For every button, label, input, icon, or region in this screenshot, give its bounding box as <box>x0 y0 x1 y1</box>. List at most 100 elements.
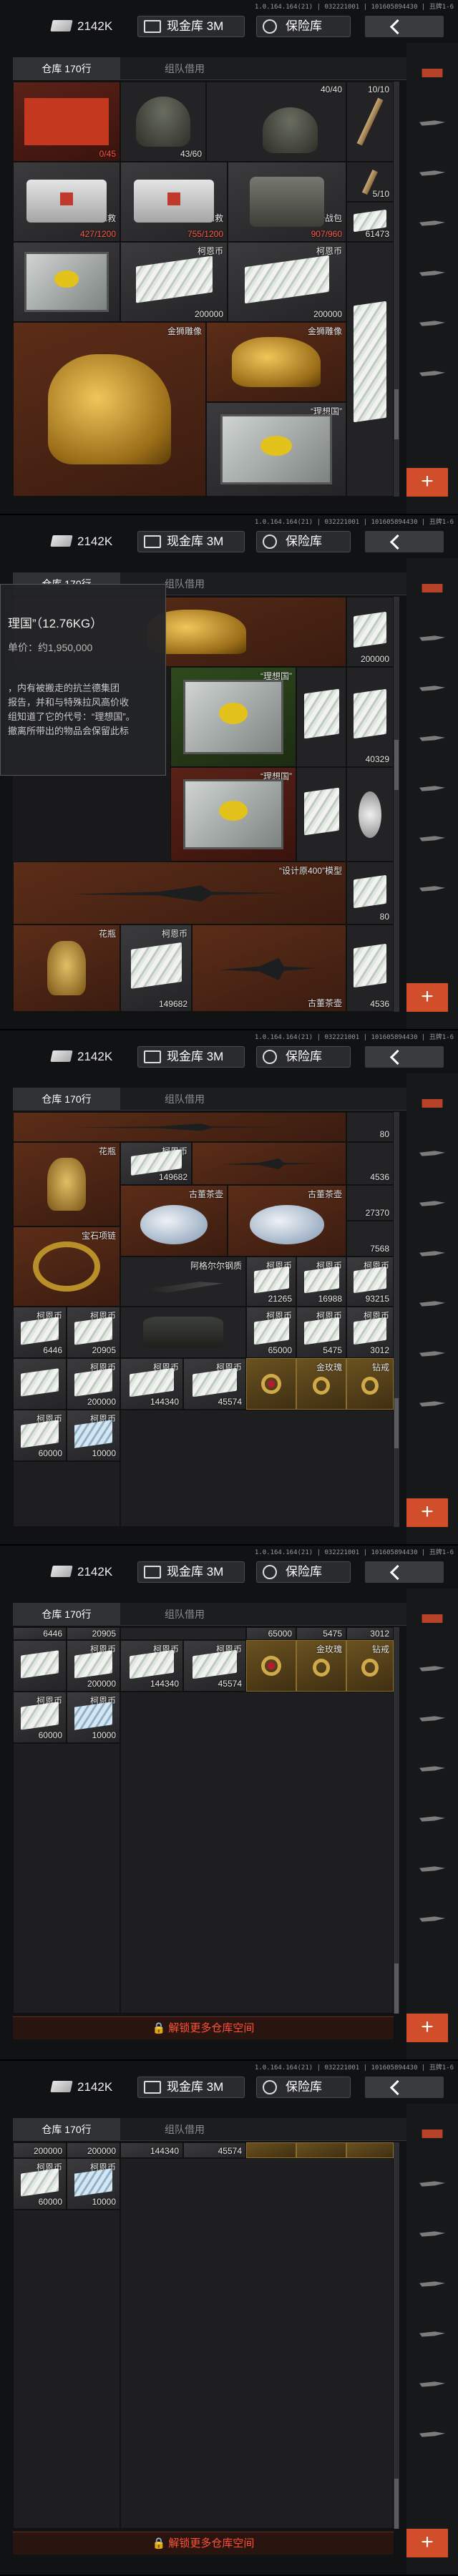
inventory-item[interactable]: “理想国” <box>170 767 296 862</box>
inventory-item[interactable]: 柯恩币149682 <box>120 1142 192 1185</box>
empty-slot[interactable] <box>120 1692 394 2014</box>
inventory-item[interactable]: 柯恩币 200000 <box>228 242 346 322</box>
inventory-item[interactable]: 金玫瑰 <box>296 1358 346 1410</box>
cash-warehouse-button[interactable]: 现金库 3M <box>137 2077 245 2098</box>
inventory-item[interactable]: 200000 <box>346 597 394 667</box>
inventory-item[interactable] <box>13 1358 67 1410</box>
category-rifle-icon[interactable] <box>415 2274 449 2294</box>
back-button[interactable] <box>365 1561 444 1583</box>
add-button[interactable]: + <box>406 1498 448 1527</box>
inventory-item[interactable]: 柯恩币 200000 <box>67 1640 120 1692</box>
category-rifle-icon[interactable] <box>415 1759 449 1779</box>
inventory-item[interactable]: 柯恩币 16988 <box>296 1257 346 1307</box>
inventory-item[interactable]: 柯恩币 45574 <box>183 1640 246 1692</box>
inventory-item[interactable]: 80 <box>346 1112 394 1142</box>
add-button[interactable]: + <box>406 2014 448 2042</box>
category-smg-icon[interactable] <box>415 263 449 283</box>
empty-slot[interactable] <box>13 2210 120 2529</box>
inventory-item[interactable]: 4536 <box>346 924 394 1012</box>
category-helmet-icon[interactable] <box>415 1659 449 1679</box>
inventory-item[interactable]: 柯恩币 21265 <box>246 1257 296 1307</box>
inventory-scrollbar[interactable] <box>394 597 399 1012</box>
inventory-item[interactable]: STO急救427/1200 <box>13 162 120 242</box>
inventory-item[interactable]: 0/45 <box>13 82 120 162</box>
inventory-item[interactable]: 6446 <box>13 1627 67 1640</box>
unlock-more-space-button[interactable]: 🔒 解锁更多仓库空间 <box>13 2532 394 2555</box>
category-helmet-icon[interactable] <box>415 2174 449 2194</box>
tab-warehouse[interactable]: 仓库 170行 <box>13 1088 120 1111</box>
inventory-item[interactable]: 柯恩币 65000 <box>246 1307 296 1358</box>
inventory-item[interactable]: 柯恩币 3012 <box>346 1307 394 1358</box>
empty-slot[interactable] <box>13 1461 120 1527</box>
cash-warehouse-button[interactable]: 现金库 3M <box>137 531 245 552</box>
category-rifle-icon[interactable] <box>415 213 449 233</box>
category-armor-icon[interactable] <box>415 1194 449 1214</box>
category-smg-icon[interactable] <box>415 779 449 799</box>
inventory-item[interactable]: 柯恩币149682 <box>120 924 192 1012</box>
inventory-item[interactable]: 钻戒 <box>346 1640 394 1692</box>
category-all-icon[interactable] <box>415 63 449 83</box>
category-ammo-icon[interactable] <box>415 1394 449 1414</box>
category-ammo-icon[interactable] <box>415 364 449 384</box>
inventory-item[interactable]: 宝石项链 <box>13 1226 120 1307</box>
inventory-item[interactable]: 柯恩币 20905 <box>67 1307 120 1358</box>
inventory-item[interactable]: 柯恩币 144340 <box>120 1640 183 1692</box>
cash-warehouse-button[interactable]: 现金库 3M <box>137 1046 245 1068</box>
inventory-item[interactable]: 80 <box>346 862 394 924</box>
add-button[interactable]: + <box>406 2529 448 2557</box>
category-pistol-icon[interactable] <box>415 1344 449 1364</box>
empty-slot[interactable] <box>120 2158 394 2529</box>
category-smg-icon[interactable] <box>415 2324 449 2344</box>
inventory-item[interactable]: “理想国” <box>206 402 346 497</box>
inventory-item[interactable]: 10/10 <box>346 82 394 162</box>
category-ammo-icon[interactable] <box>415 1909 449 1929</box>
inventory-item[interactable]: 钻戒 <box>346 1358 394 1410</box>
inventory-item[interactable]: 7568 <box>346 1221 394 1257</box>
inventory-item[interactable] <box>192 1142 346 1185</box>
inventory-scrollbar[interactable] <box>394 1112 399 1527</box>
safe-box-button[interactable]: 保险库 <box>256 2077 351 2098</box>
category-pistol-icon[interactable] <box>415 1859 449 1879</box>
inventory-item[interactable]: 65000 <box>246 1627 296 1640</box>
safe-box-button[interactable]: 保险库 <box>256 1046 351 1068</box>
category-helmet-icon[interactable] <box>415 1143 449 1163</box>
inventory-item[interactable]: 5475 <box>296 1627 346 1640</box>
inventory-item[interactable]: 柯恩币 93215 <box>346 1257 394 1307</box>
category-armor-icon[interactable] <box>415 1709 449 1729</box>
inventory-item[interactable]: 古董茶壶 <box>192 924 346 1012</box>
inventory-item[interactable]: 40/40 <box>206 82 346 162</box>
unlock-more-space-button[interactable]: 🔒 解锁更多仓库空间 <box>13 2016 394 2039</box>
add-button[interactable]: + <box>406 468 448 497</box>
category-smg-icon[interactable] <box>415 1809 449 1829</box>
category-helmet-icon[interactable] <box>415 113 449 133</box>
inventory-scrollbar[interactable] <box>394 82 399 497</box>
empty-slot[interactable] <box>13 1743 120 2014</box>
inventory-item[interactable]: 4536 <box>346 1142 394 1185</box>
inventory-item[interactable]: 3012 <box>346 1627 394 1640</box>
inventory-item[interactable]: 27370 <box>346 1185 394 1221</box>
inventory-item[interactable]: 20905 <box>67 1627 120 1640</box>
inventory-item[interactable]: 43/60 <box>120 82 206 162</box>
safe-box-button[interactable]: 保险库 <box>256 16 351 37</box>
inventory-item[interactable]: 柯恩币 10000 <box>67 2158 120 2210</box>
category-smg-icon[interactable] <box>415 1294 449 1314</box>
inventory-item[interactable]: 金狮雕像 <box>206 322 346 402</box>
inventory-item[interactable] <box>13 1640 67 1692</box>
inventory-item[interactable]: “理想国” <box>170 667 296 767</box>
inventory-item[interactable]: 柯恩币 10000 <box>67 1410 120 1461</box>
cash-warehouse-button[interactable]: 现金库 3M <box>137 1561 245 1583</box>
add-button[interactable]: + <box>406 983 448 1012</box>
inventory-item[interactable]: 柯恩币 144340 <box>120 1358 183 1410</box>
inventory-item[interactable] <box>13 1112 346 1142</box>
inventory-item[interactable]: 200000 <box>13 2142 67 2158</box>
inventory-item[interactable]: 柯恩币 5475 <box>296 1307 346 1358</box>
tab-team-borrow[interactable]: 组队借用 <box>120 2118 249 2141</box>
inventory-item[interactable] <box>296 667 346 767</box>
category-all-icon[interactable] <box>415 2124 449 2144</box>
tab-team-borrow[interactable]: 组队借用 <box>120 1603 249 1626</box>
inventory-item[interactable] <box>246 1358 296 1410</box>
inventory-item[interactable]: 花瓶 <box>13 924 120 1012</box>
inventory-item[interactable] <box>120 1307 246 1358</box>
inventory-item[interactable]: 花瓶 <box>13 1142 120 1226</box>
inventory-item[interactable]: 61473 <box>346 202 394 242</box>
